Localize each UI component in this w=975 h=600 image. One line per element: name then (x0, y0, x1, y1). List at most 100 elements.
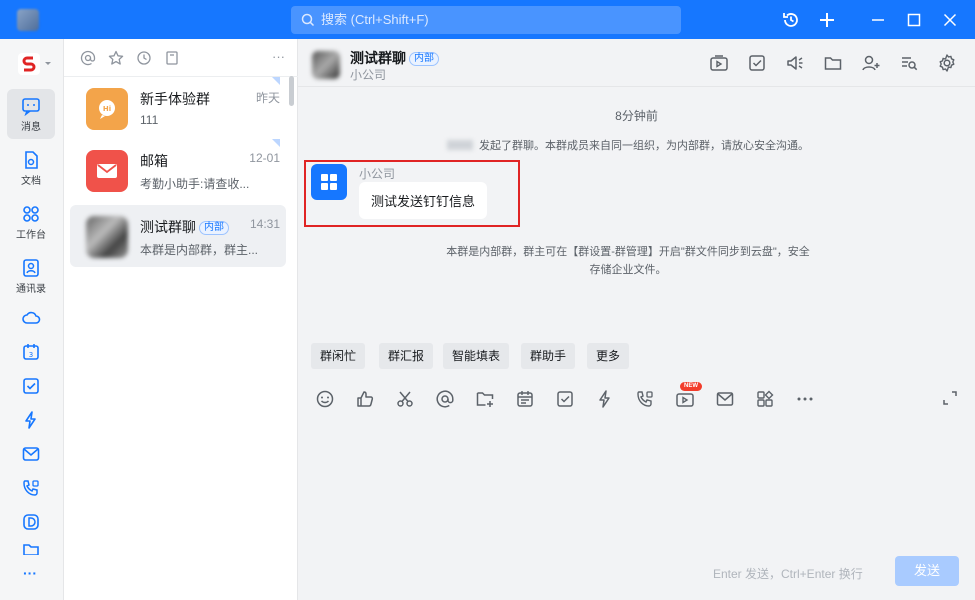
mail-icon[interactable] (715, 389, 737, 411)
conversation-preview: 考勤小助手:请查收... (140, 177, 250, 191)
conversation-item[interactable]: Hi 新手体验群 昨天 111 (70, 77, 286, 139)
add-member-icon[interactable] (861, 53, 883, 75)
cloud-icon[interactable] (20, 307, 42, 329)
conversation-time: 14:31 (249, 217, 280, 231)
nav-item-messages[interactable]: 消息 (7, 89, 55, 139)
search-icon (301, 7, 315, 33)
app-logo-icon[interactable] (18, 53, 51, 75)
conversation-time: 昨天 (255, 91, 280, 105)
search-placeholder: 搜索 (Ctrl+Shift+F) (321, 12, 429, 27)
minimize-icon[interactable] (866, 8, 890, 32)
recent-icon[interactable] (136, 50, 154, 68)
folder-icon[interactable] (20, 543, 42, 555)
chat-title: 测试群聊 内部 (350, 48, 439, 68)
close-icon[interactable] (938, 8, 962, 32)
chat-area: 测试群聊 内部 小公司 8分钟前 发起了群聊。本群成员来自同一组织，为内部群，请放… (298, 39, 975, 600)
quick-action-button[interactable]: 更多 (587, 343, 630, 369)
ding-icon[interactable] (20, 409, 42, 431)
more-icon[interactable] (795, 389, 817, 411)
video-call-icon[interactable] (635, 389, 657, 411)
sender-avatar[interactable] (311, 164, 347, 200)
contacts-icon (23, 258, 39, 277)
user-avatar[interactable] (17, 9, 39, 31)
todo-check-icon[interactable] (747, 53, 769, 75)
grid-app-icon (321, 174, 337, 190)
quick-action-button[interactable]: 群汇报 (379, 343, 434, 369)
message-sender: 小公司 (359, 167, 396, 181)
nav-label: 消息 (21, 121, 41, 133)
add-folder-icon[interactable] (475, 389, 497, 411)
nav-item-workbench[interactable]: 工作台 (7, 197, 55, 247)
nav-label: 工作台 (16, 229, 46, 241)
group-avatar: Hi (86, 88, 128, 130)
conversation-name: 新手体验群 (140, 91, 210, 107)
message-icon (22, 97, 40, 116)
conversation-scrollbar[interactable] (289, 76, 294, 106)
emoji-icon[interactable] (315, 389, 337, 411)
time-separator: 8分钟前 (615, 109, 658, 123)
corner-marker (272, 139, 280, 147)
ding-icon[interactable] (595, 389, 617, 411)
history-icon[interactable] (779, 8, 803, 32)
blurred-username (447, 140, 473, 150)
conversation-item[interactable]: 邮箱 12-01 考勤小助手:请查收... (70, 139, 286, 201)
chat-subtitle: 小公司 (350, 68, 387, 82)
input-hint: Enter 发送，Ctrl+Enter 换行 (713, 567, 863, 581)
send-button[interactable]: 发送 (895, 556, 959, 586)
chat-header: 测试群聊 内部 小公司 (298, 39, 975, 87)
at-mention-icon[interactable] (80, 50, 98, 68)
quick-action-button[interactable]: 群助手 (521, 343, 576, 369)
live-icon[interactable] (709, 53, 731, 75)
more-icon[interactable]: ··· (272, 49, 285, 64)
folder-icon[interactable] (823, 53, 845, 75)
search-messages-icon[interactable] (899, 53, 921, 75)
conversation-panel: ··· Hi 新手体验群 昨天 111 邮箱 12-01 考勤小助手:请查收..… (64, 39, 298, 600)
internal-badge: 内部 (199, 221, 229, 235)
workbench-icon (23, 205, 39, 222)
system-message: 本群是内部群，群主可在【群设置-群管理】开启"群文件同步到云盘"，安全 存储企业… (418, 243, 838, 279)
scissors-icon[interactable] (395, 389, 417, 411)
conversation-name: 邮箱 (140, 153, 168, 169)
search-input[interactable]: 搜索 (Ctrl+Shift+F) (291, 6, 681, 34)
conversation-name: 测试群聊 内部 (140, 217, 229, 237)
todo-check-icon[interactable] (555, 389, 577, 411)
document-icon (25, 150, 38, 169)
mail-icon[interactable] (20, 443, 42, 465)
calendar-icon[interactable]: 3 (20, 341, 42, 363)
message-bubble[interactable]: 测试发送钉钉信息 (359, 182, 488, 219)
nav-item-docs[interactable]: 文档 (7, 143, 55, 193)
todo-icon[interactable] (20, 375, 42, 397)
docs-d-icon[interactable] (20, 511, 42, 533)
apps-icon[interactable] (755, 389, 777, 411)
quick-action-button[interactable]: 群闲忙 (311, 343, 366, 369)
conversation-time: 12-01 (249, 151, 280, 165)
thumbs-up-icon[interactable] (355, 389, 377, 411)
announcement-icon[interactable] (785, 53, 807, 75)
video-call-icon[interactable] (20, 477, 42, 499)
left-nav: 消息 文档 工作台 通讯录 3 ··· (0, 39, 64, 600)
system-message-line: 本群是内部群，群主可在【群设置-群管理】开启"群文件同步到云盘"，安全 (446, 246, 810, 258)
conversation-item[interactable]: 测试群聊 内部 14:31 本群是内部群，群主... (70, 205, 286, 267)
note-icon[interactable] (164, 50, 182, 68)
svg-text:3: 3 (29, 351, 33, 359)
maximize-icon[interactable] (902, 8, 926, 32)
conversation-filter-tabs: ··· (64, 39, 298, 77)
conversation-preview: 111 (140, 113, 159, 127)
internal-badge: 内部 (409, 52, 439, 66)
conversation-preview: 本群是内部群，群主... (140, 243, 259, 257)
system-message-text: 发起了群聊。本群成员来自同一组织，为内部群，请放心安全沟通。 (479, 140, 809, 152)
conversation-name-text: 测试群聊 (140, 219, 196, 235)
calendar-icon[interactable] (515, 389, 537, 411)
chat-avatar[interactable] (312, 51, 340, 79)
live-icon[interactable] (675, 389, 697, 411)
star-icon[interactable] (108, 50, 126, 68)
plus-icon[interactable] (815, 8, 839, 32)
at-icon[interactable] (435, 389, 457, 411)
more-apps-icon[interactable]: ··· (23, 565, 37, 581)
quick-action-button[interactable]: 智能填表 (443, 343, 510, 369)
mail-avatar (86, 150, 128, 192)
expand-icon[interactable] (942, 390, 960, 408)
nav-label: 通讯录 (16, 283, 46, 295)
nav-item-contacts[interactable]: 通讯录 (7, 251, 55, 301)
settings-gear-icon[interactable] (937, 53, 959, 75)
